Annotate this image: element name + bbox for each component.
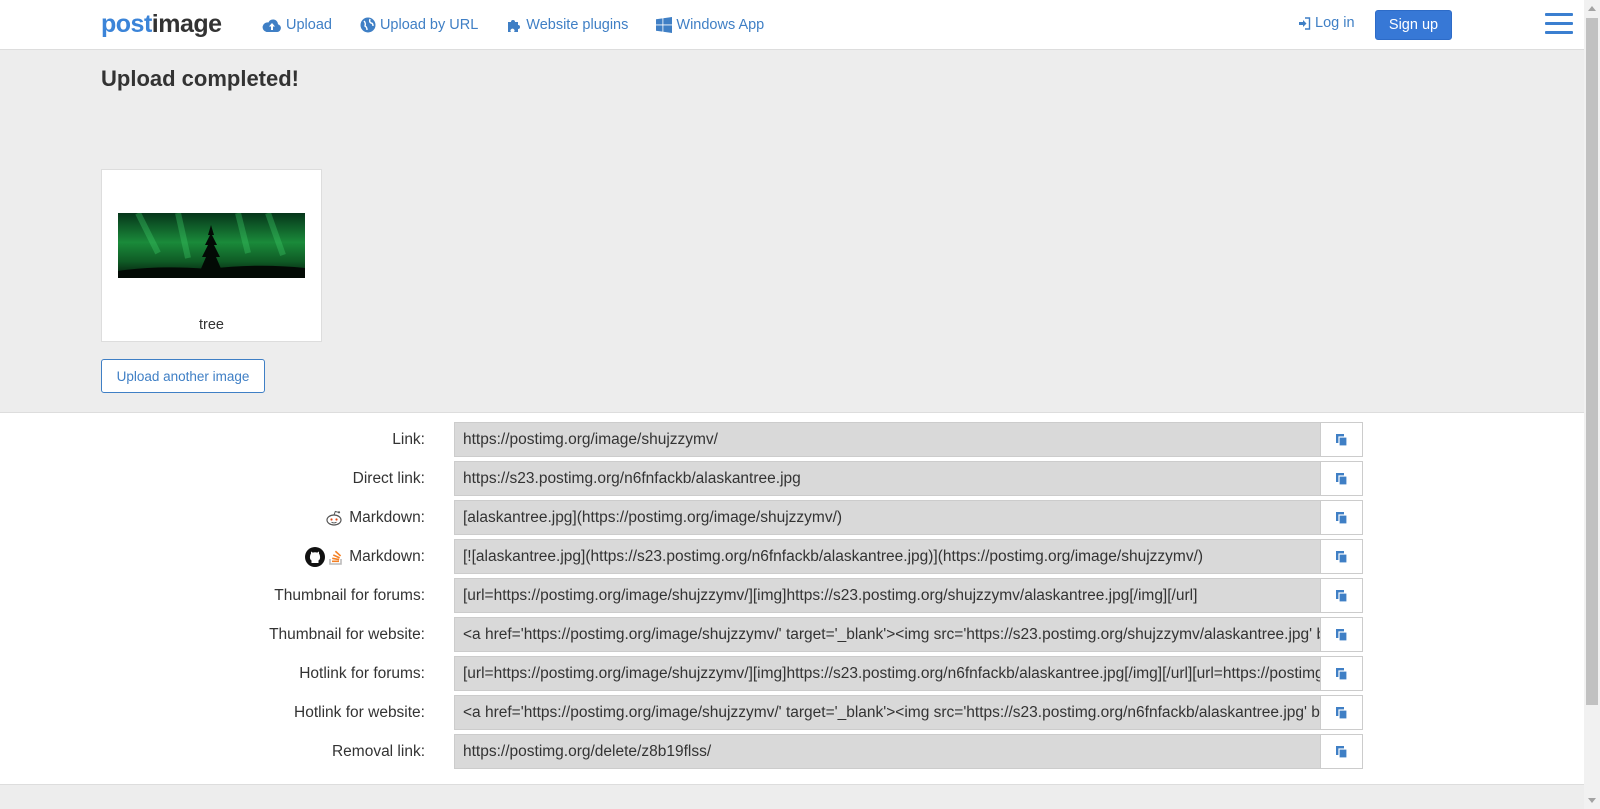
thumbnail-forums-field[interactable]: [url=https://postimg.org/image/shujzzymv…	[454, 578, 1320, 613]
link-row-markdown-github: Markdown: [![alaskantree.jpg](https://s2…	[0, 539, 1584, 574]
link-row-markdown-reddit: Markdown: [alaskantree.jpg](https://post…	[0, 500, 1584, 535]
markdown-github-field[interactable]: [![alaskantree.jpg](https://s23.postimg.…	[454, 539, 1320, 574]
link-row-link: Link: https://postimg.org/image/shujzzym…	[0, 422, 1584, 457]
copy-button[interactable]	[1320, 500, 1363, 535]
puzzle-icon	[508, 20, 521, 32]
postimage-logo[interactable]: postimage	[101, 9, 222, 39]
copy-button[interactable]	[1320, 422, 1363, 457]
upload-another-button[interactable]: Upload another image	[101, 359, 265, 393]
removal-link-field[interactable]: https://postimg.org/delete/z8b19flss/	[454, 734, 1320, 769]
link-row-hotlink-forums: Hotlink for forums: [url=https://postimg…	[0, 656, 1584, 691]
login-label: Log in	[1315, 15, 1355, 31]
signup-button[interactable]: Sign up	[1375, 10, 1452, 40]
thumbnail-website-label: Thumbnail for website:	[269, 626, 425, 643]
link-label: Link:	[392, 431, 425, 448]
hotlink-website-label: Hotlink for website:	[294, 704, 425, 721]
scroll-down-arrow-icon[interactable]	[1588, 798, 1596, 803]
nav-links: Upload Upload by URL Website plugins Win…	[262, 15, 792, 35]
link-row-removal: Removal link: https://postimg.org/delete…	[0, 734, 1584, 769]
logo-part1: post	[101, 10, 152, 38]
globe-icon	[360, 17, 376, 33]
github-icon	[305, 546, 326, 567]
removal-link-label: Removal link:	[331, 743, 425, 760]
markdown-reddit-field[interactable]: [alaskantree.jpg](https://postimg.org/im…	[454, 500, 1320, 535]
page-title: Upload completed!	[101, 66, 300, 91]
copy-icon	[1335, 550, 1348, 564]
reddit-icon	[326, 510, 342, 526]
nav-plugins-label: Website plugins	[526, 17, 629, 33]
copy-icon	[1335, 472, 1348, 486]
hamburger-menu-icon[interactable]	[1545, 13, 1573, 35]
copy-icon	[1335, 628, 1348, 642]
markdown-label-text: Markdown:	[349, 548, 425, 565]
copy-icon	[1335, 667, 1348, 681]
markdown-reddit-label: Markdown:	[325, 500, 425, 535]
copy-button[interactable]	[1320, 656, 1363, 691]
scroll-up-arrow-icon[interactable]	[1588, 6, 1596, 11]
copy-button[interactable]	[1320, 578, 1363, 613]
sign-in-icon	[1299, 16, 1311, 30]
nav-upload-label: Upload	[286, 17, 332, 33]
nav-windows-app-label: Windows App	[676, 17, 765, 33]
hotlink-website-field[interactable]: <a href='https://postimg.org/image/shujz…	[454, 695, 1320, 730]
windows-icon	[656, 17, 673, 33]
links-section: Link: https://postimg.org/image/shujzzym…	[0, 412, 1584, 785]
image-caption: tree	[199, 317, 224, 333]
copy-button[interactable]	[1320, 695, 1363, 730]
copy-button[interactable]	[1320, 617, 1363, 652]
direct-link-label: Direct link:	[352, 470, 425, 487]
nav-upload-url-label: Upload by URL	[379, 17, 479, 33]
nav-upload-link[interactable]: Upload	[262, 15, 332, 35]
navbar: postimage Upload Upload by URL Website p…	[0, 0, 1584, 50]
link-row-thumb-forums: Thumbnail for forums: [url=https://posti…	[0, 578, 1584, 613]
nav-plugins-link[interactable]: Website plugins	[506, 15, 628, 35]
copy-icon	[1335, 511, 1348, 525]
link-row-thumb-website: Thumbnail for website: <a href='https://…	[0, 617, 1584, 652]
thumbnail-forums-label: Thumbnail for forums:	[274, 587, 425, 604]
copy-button[interactable]	[1320, 539, 1363, 574]
logo-part2: image	[151, 10, 222, 38]
login-link[interactable]: Log in	[1298, 15, 1355, 31]
thumbnail-website-field[interactable]: <a href='https://postimg.org/image/shujz…	[454, 617, 1320, 652]
copy-icon	[1335, 706, 1348, 720]
link-row-direct: Direct link: https://s23.postimg.org/n6f…	[0, 461, 1584, 496]
markdown-github-label: Markdown:	[305, 539, 425, 574]
copy-icon	[1335, 745, 1348, 759]
stackoverflow-icon	[329, 550, 342, 565]
copy-button[interactable]	[1320, 461, 1363, 496]
uploaded-image-card[interactable]: tree	[101, 169, 322, 342]
copy-button[interactable]	[1320, 734, 1363, 769]
nav-upload-url-link[interactable]: Upload by URL	[360, 15, 478, 35]
copy-icon	[1335, 433, 1348, 447]
nav-windows-app-link[interactable]: Windows App	[656, 15, 764, 35]
link-field[interactable]: https://postimg.org/image/shujzzymv/	[454, 422, 1320, 457]
hotlink-forums-label: Hotlink for forums:	[299, 665, 425, 682]
markdown-label-text: Markdown:	[349, 509, 425, 526]
link-row-hotlink-website: Hotlink for website: <a href='https://po…	[0, 695, 1584, 730]
page-scrollbar[interactable]	[1584, 0, 1600, 809]
direct-link-field[interactable]: https://s23.postimg.org/n6fnfackb/alaska…	[454, 461, 1320, 496]
scroll-thumb[interactable]	[1586, 18, 1598, 705]
cloud-upload-icon	[262, 18, 281, 32]
uploaded-image-thumbnail[interactable]	[118, 213, 305, 278]
copy-icon	[1335, 589, 1348, 603]
hotlink-forums-field[interactable]: [url=https://postimg.org/image/shujzzymv…	[454, 656, 1320, 691]
